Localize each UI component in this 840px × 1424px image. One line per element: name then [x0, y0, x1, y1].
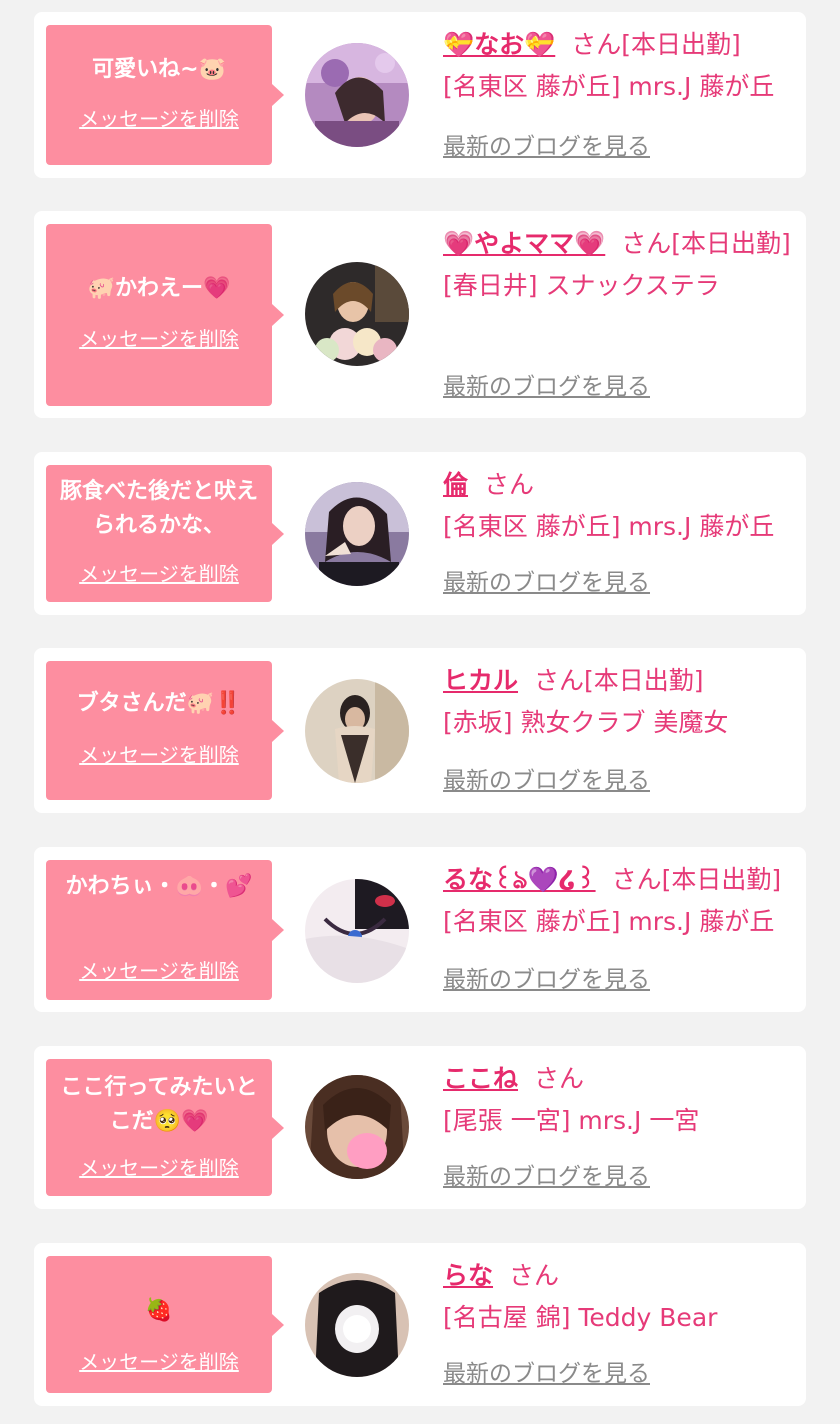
avatar-photo-icon — [305, 262, 409, 366]
message-card: ここ行ってみたいとこだ🥺💗 メッセージを削除 ここね さん [尾張 一宮] mrs… — [34, 1046, 806, 1209]
avatar[interactable] — [305, 879, 409, 983]
cast-name-link[interactable]: ここね — [443, 1064, 518, 1093]
cast-info: らな さん [名古屋 錦] Teddy Bear — [443, 1255, 793, 1339]
attendance-status: [本日出勤] — [671, 229, 791, 258]
message-text: かわちぃ・🐽・💕 — [65, 874, 253, 899]
cast-info: 倫さん [名東区 藤が丘] mrs.J 藤が丘 — [443, 464, 793, 548]
shop-label: [名東区 藤が丘] mrs.J 藤が丘 — [443, 512, 775, 541]
latest-blog-link[interactable]: 最新のブログを見る — [443, 766, 650, 796]
message-bubble: かわちぃ・🐽・💕 メッセージを削除 — [46, 860, 284, 1000]
avatar-photo-icon — [305, 679, 409, 783]
latest-blog-link[interactable]: 最新のブログを見る — [443, 965, 650, 995]
shop-label: [名東区 藤が丘] mrs.J 藤が丘 — [443, 907, 775, 936]
message-bubble: 豚食べた後だと吠えられるかな、 メッセージを削除 — [46, 465, 284, 602]
avatar-photo-icon — [305, 879, 409, 983]
cast-info: 💗やよママ💗 さん[本日出勤] [春日井] スナックステラ — [443, 223, 793, 307]
latest-blog-link[interactable]: 最新のブログを見る — [443, 372, 650, 402]
message-card: 🍓 メッセージを削除 らな さん [名古屋 錦] Teddy Bear 最新のブロ… — [34, 1243, 806, 1406]
honorific-label: さん — [534, 1064, 585, 1093]
message-text: 🍓 — [145, 1298, 173, 1323]
avatar-photo-icon — [305, 43, 409, 147]
message-bubble: 🐖かわえー💗 メッセージを削除 — [46, 224, 284, 406]
latest-blog-link[interactable]: 最新のブログを見る — [443, 132, 650, 162]
message-bubble: 可愛いね~🐷 メッセージを削除 — [46, 25, 284, 165]
avatar[interactable] — [305, 1273, 409, 1377]
delete-message-link[interactable]: メッセージを削除 — [46, 743, 272, 767]
cast-name-link[interactable]: ヒカル — [443, 666, 518, 695]
delete-message-link[interactable]: メッセージを削除 — [46, 1350, 272, 1374]
message-text: 可愛いね~🐷 — [92, 57, 226, 82]
message-text: 豚食べた後だと吠えられるかな、 — [59, 479, 258, 538]
attendance-status: [本日出勤] — [661, 865, 782, 894]
message-bubble: 🍓 メッセージを削除 — [46, 1256, 284, 1393]
cast-name-link[interactable]: 💝なお💝 — [443, 30, 555, 59]
delete-message-link[interactable]: メッセージを削除 — [46, 562, 272, 586]
honorific-label: さん — [611, 865, 662, 894]
honorific-label: さん — [484, 470, 535, 499]
delete-message-link[interactable]: メッセージを削除 — [46, 107, 272, 131]
cast-name-link[interactable]: るな꒰ঌ💜໒꒱ — [443, 865, 596, 894]
latest-blog-link[interactable]: 最新のブログを見る — [443, 1162, 650, 1192]
message-text: 🐖かわえー💗 — [87, 276, 231, 301]
shop-label: [春日井] スナックステラ — [443, 271, 720, 300]
attendance-status: [本日出勤] — [621, 30, 741, 59]
attendance-status: [本日出勤] — [584, 666, 704, 695]
shop-label: [名東区 藤が丘] mrs.J 藤が丘 — [443, 72, 775, 101]
message-card: かわちぃ・🐽・💕 メッセージを削除 るな꒰ঌ💜໒꒱ さん[本日出勤] [名東区 藤… — [34, 847, 806, 1012]
message-text: ここ行ってみたいとこだ🥺💗 — [60, 1075, 258, 1134]
honorific-label: さん — [509, 1261, 560, 1290]
avatar-photo-icon — [305, 1273, 409, 1377]
cast-info: ヒカル さん[本日出勤] [赤坂] 熟女クラブ 美魔女 — [443, 660, 793, 744]
cast-name-link[interactable]: 倫 — [443, 470, 468, 499]
cast-name-link[interactable]: 💗やよママ💗 — [443, 229, 605, 258]
avatar[interactable] — [305, 262, 409, 366]
honorific-label: さん — [621, 229, 672, 258]
message-card: ブタさんだ🐖‼️ メッセージを削除 ヒカル さん[本日出勤] [赤坂] 熟女クラブ… — [34, 648, 806, 813]
shop-label: [赤坂] 熟女クラブ 美魔女 — [443, 708, 729, 737]
cast-info: るな꒰ঌ💜໒꒱ さん[本日出勤] [名東区 藤が丘] mrs.J 藤が丘 — [443, 859, 793, 943]
message-bubble: ここ行ってみたいとこだ🥺💗 メッセージを削除 — [46, 1059, 284, 1196]
honorific-label: さん — [534, 666, 585, 695]
latest-blog-link[interactable]: 最新のブログを見る — [443, 1359, 650, 1389]
cast-info: 💝なお💝 さん[本日出勤] [名東区 藤が丘] mrs.J 藤が丘 — [443, 24, 793, 108]
cast-name-link[interactable]: らな — [443, 1261, 493, 1290]
avatar[interactable] — [305, 679, 409, 783]
message-bubble: ブタさんだ🐖‼️ メッセージを削除 — [46, 661, 284, 800]
shop-label: [名古屋 錦] Teddy Bear — [443, 1303, 718, 1332]
delete-message-link[interactable]: メッセージを削除 — [46, 1156, 272, 1180]
avatar[interactable] — [305, 1075, 409, 1179]
message-card: 豚食べた後だと吠えられるかな、 メッセージを削除 倫さん [名東区 藤が丘] m… — [34, 452, 806, 615]
message-card: 🐖かわえー💗 メッセージを削除 💗やよママ💗 さん[本日出勤] [春日井] スナッ… — [34, 211, 806, 418]
delete-message-link[interactable]: メッセージを削除 — [46, 959, 272, 983]
honorific-label: さん — [571, 30, 622, 59]
message-list: 可愛いね~🐷 メッセージを削除 💝なお💝 さん[本日出勤] [名東区 藤が丘] m… — [0, 0, 840, 1424]
delete-message-link[interactable]: メッセージを削除 — [46, 327, 272, 351]
latest-blog-link[interactable]: 最新のブログを見る — [443, 568, 650, 598]
avatar[interactable] — [305, 43, 409, 147]
message-text: ブタさんだ🐖‼️ — [76, 691, 242, 716]
message-card: 可愛いね~🐷 メッセージを削除 💝なお💝 さん[本日出勤] [名東区 藤が丘] m… — [34, 12, 806, 178]
avatar[interactable] — [305, 482, 409, 586]
cast-info: ここね さん [尾張 一宮] mrs.J 一宮 — [443, 1058, 793, 1142]
avatar-photo-icon — [305, 1075, 409, 1179]
avatar-photo-icon — [305, 482, 409, 586]
shop-label: [尾張 一宮] mrs.J 一宮 — [443, 1106, 700, 1135]
